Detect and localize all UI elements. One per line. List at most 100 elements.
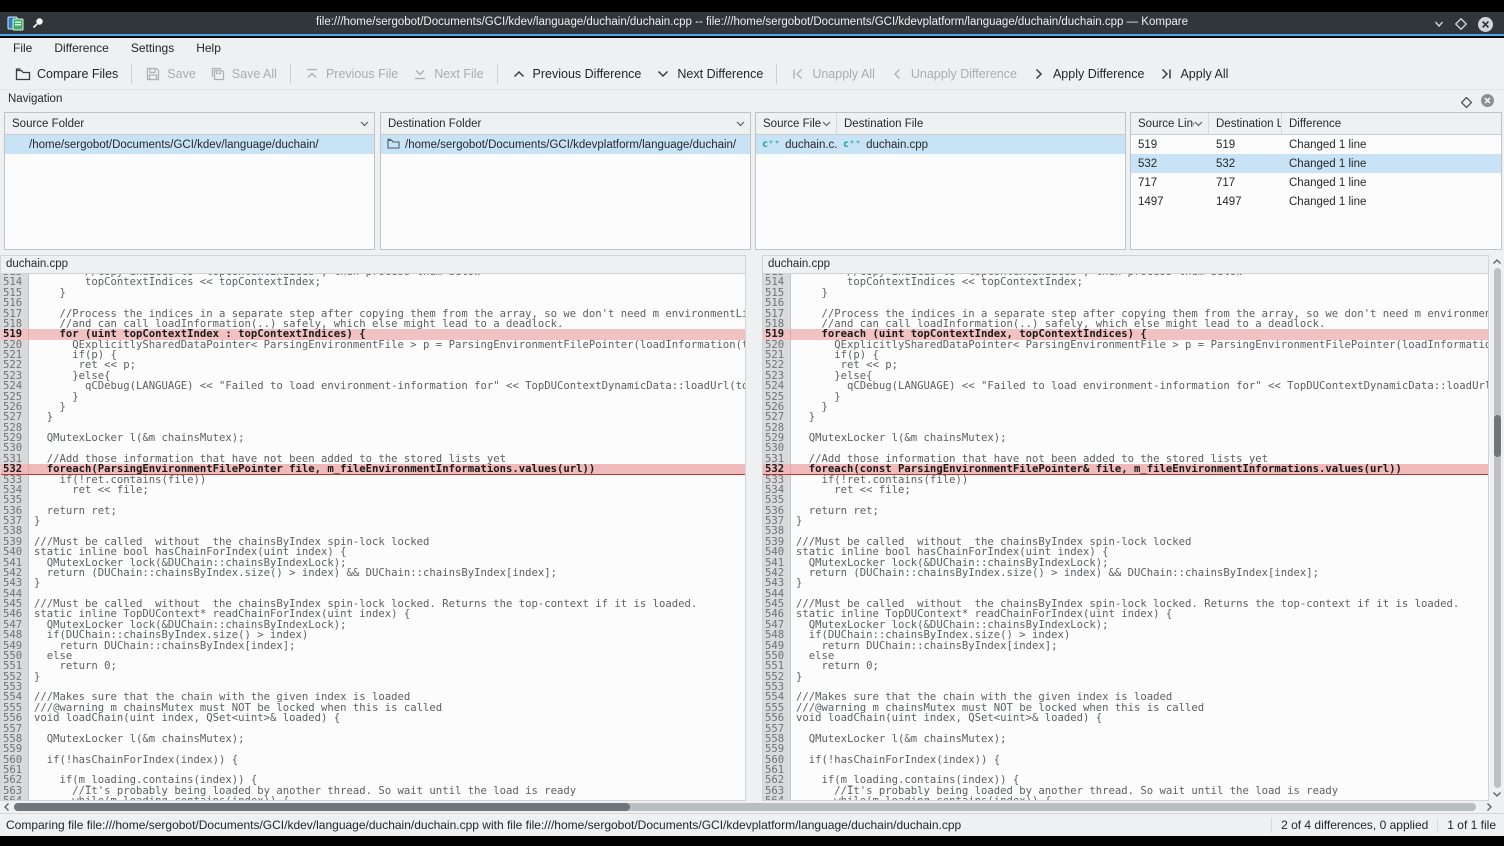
- vertical-scrollbar-track[interactable]: [1494, 268, 1501, 788]
- previous-difference-button[interactable]: Previous Difference: [504, 62, 649, 86]
- code-text: return 0;: [29, 661, 745, 671]
- scroll-right-icon[interactable]: [1483, 801, 1495, 813]
- code-line: 552}: [763, 672, 1488, 682]
- maximize-button[interactable]: [1452, 15, 1470, 33]
- minimize-button[interactable]: [1430, 15, 1448, 33]
- code-text: }: [791, 392, 1488, 402]
- difference-row[interactable]: 519519Changed 1 line: [1131, 135, 1501, 154]
- code-line: 560 if(!hasChainForIndex(index)) {: [1, 755, 745, 765]
- code-text: static inline TopDUContext* readChainFor…: [29, 609, 745, 619]
- destination-code-view[interactable]: 513 //Copy indices to "topContextIndices…: [763, 274, 1488, 800]
- next-file-button[interactable]: Next File: [405, 62, 490, 86]
- code-line: 537}: [1, 516, 745, 526]
- unapply-difference-button[interactable]: Unapply Difference: [882, 62, 1024, 86]
- destination-folder-header[interactable]: Destination Folder: [381, 113, 750, 135]
- code-text: return 0;: [791, 661, 1488, 671]
- code-text: QMutexLocker lock(&DUChain::chainsByInde…: [791, 620, 1488, 630]
- destination-file-column-header[interactable]: Destination File: [837, 113, 1125, 135]
- line-number: 531: [763, 454, 791, 464]
- apply-all-button[interactable]: Apply All: [1151, 62, 1235, 86]
- vertical-scrollbar[interactable]: [1490, 255, 1504, 801]
- code-line: 524 qCDebug(LANGUAGE) << "Failed to load…: [763, 381, 1488, 391]
- code-line: 545///Must be called _without_ the chain…: [1, 599, 745, 609]
- statusbar: Comparing file file:///home/sergobot/Doc…: [0, 813, 1504, 836]
- code-text: }: [791, 516, 1488, 526]
- line-number: 532: [1, 464, 29, 473]
- line-number: 547: [1, 620, 29, 630]
- difference-row[interactable]: 717717Changed 1 line: [1131, 173, 1501, 192]
- close-button[interactable]: [1476, 15, 1494, 33]
- code-line: 517 //Process the indices in a separate …: [763, 309, 1488, 319]
- code-text: if(!hasChainForIndex(index)) {: [29, 755, 745, 765]
- line-number: 563: [763, 786, 791, 796]
- code-line: 532 foreach(const ParsingEnvironmentFile…: [763, 464, 1488, 474]
- status-message: Comparing file file:///home/sergobot/Doc…: [0, 818, 1262, 832]
- code-line: 523 }else{: [763, 371, 1488, 381]
- code-line: 526 }: [763, 402, 1488, 412]
- line-number: 514: [1, 277, 29, 287]
- source-code-view[interactable]: 513 //Copy indices to "topContextIndices…: [1, 274, 745, 800]
- destination-folder-row[interactable]: /home/sergobot/Documents/GCI/kdevplatfor…: [381, 135, 750, 154]
- code-text: [29, 724, 745, 734]
- save-all-button[interactable]: Save All: [203, 62, 284, 86]
- unapply-all-button[interactable]: Unapply All: [783, 62, 882, 86]
- destination-line-column-header[interactable]: Destination Line: [1209, 113, 1282, 135]
- code-text: ///Must be called _without_ the chainsBy…: [29, 599, 745, 609]
- difference-column-header[interactable]: Difference: [1282, 113, 1501, 135]
- scroll-left-icon[interactable]: [1, 801, 13, 813]
- scroll-down-icon[interactable]: [1491, 788, 1503, 800]
- line-number: 543: [763, 578, 791, 588]
- scroll-up-icon[interactable]: [1491, 256, 1503, 268]
- line-number: 559: [1, 744, 29, 754]
- titlebar[interactable]: file:///home/sergobot/Documents/GCI/kdev…: [0, 12, 1504, 36]
- previous-file-button[interactable]: Previous File: [297, 62, 405, 86]
- line-number: 540: [763, 547, 791, 557]
- code-line: 514 topContextIndices << topContextIndex…: [1, 277, 745, 287]
- save-button[interactable]: Save: [138, 62, 203, 86]
- line-number: 557: [763, 724, 791, 734]
- float-dock-icon[interactable]: [1461, 95, 1472, 113]
- source-folder-row[interactable]: /home/sergobot/Documents/GCI/kdev/langua…: [5, 135, 374, 154]
- menu-settings[interactable]: Settings: [120, 38, 185, 58]
- code-text: [29, 589, 745, 599]
- menu-difference[interactable]: Difference: [43, 38, 119, 58]
- next-difference-button[interactable]: Next Difference: [648, 62, 770, 86]
- code-line: 524 qCDebug(LANGUAGE) << "Failed to load…: [1, 381, 745, 391]
- vertical-scrollbar-thumb[interactable]: [1494, 415, 1501, 457]
- line-number: 549: [763, 641, 791, 651]
- difference-row[interactable]: 532532Changed 1 line: [1131, 154, 1501, 173]
- navigation-dock-titlebar[interactable]: Navigation: [0, 90, 1504, 111]
- difference-cell: 532: [1209, 158, 1282, 170]
- source-line-column-header[interactable]: Source Line: [1131, 113, 1209, 135]
- code-text: //Process the indices in a separate step…: [791, 309, 1488, 319]
- code-text: QMutexLocker lock(&DUChain::chainsByInde…: [29, 558, 745, 568]
- code-line: 516: [763, 298, 1488, 308]
- file-row[interactable]: c⁺⁺ duchain.c... c⁺⁺ duchain.cpp: [756, 135, 1125, 154]
- code-text: static inline TopDUContext* readChainFor…: [791, 609, 1488, 619]
- horizontal-scrollbar-thumb[interactable]: [14, 803, 630, 811]
- menu-help[interactable]: Help: [185, 38, 232, 58]
- difference-cell: 519: [1131, 139, 1209, 151]
- close-dock-icon[interactable]: [1480, 93, 1495, 113]
- code-text: if(!ret.contains(file)): [791, 475, 1488, 485]
- code-line: 543}: [763, 578, 1488, 588]
- code-line: 539///Must be called _without_ the chain…: [1, 537, 745, 547]
- unapply-difference-icon: [889, 66, 905, 82]
- code-line: 536 return ret;: [763, 506, 1488, 516]
- source-file-column-header[interactable]: Source File: [756, 113, 837, 135]
- line-number: 564: [763, 796, 791, 800]
- compare-files-button[interactable]: Compare Files: [8, 62, 125, 86]
- code-text: foreach(const ParsingEnvironmentFilePoin…: [791, 464, 1488, 473]
- line-number: 524: [763, 381, 791, 391]
- horizontal-scrollbar[interactable]: [0, 801, 1504, 813]
- apply-difference-button[interactable]: Apply Difference: [1024, 62, 1152, 86]
- line-number: 562: [1, 775, 29, 785]
- code-text: [29, 744, 745, 754]
- line-number: 542: [1, 568, 29, 578]
- menu-file[interactable]: File: [2, 38, 43, 58]
- difference-row[interactable]: 14971497Changed 1 line: [1131, 192, 1501, 211]
- source-folder-header[interactable]: Source Folder: [5, 113, 374, 135]
- code-text: [791, 423, 1488, 433]
- toolbar-separator: [131, 64, 132, 84]
- difference-cell: 717: [1209, 177, 1282, 189]
